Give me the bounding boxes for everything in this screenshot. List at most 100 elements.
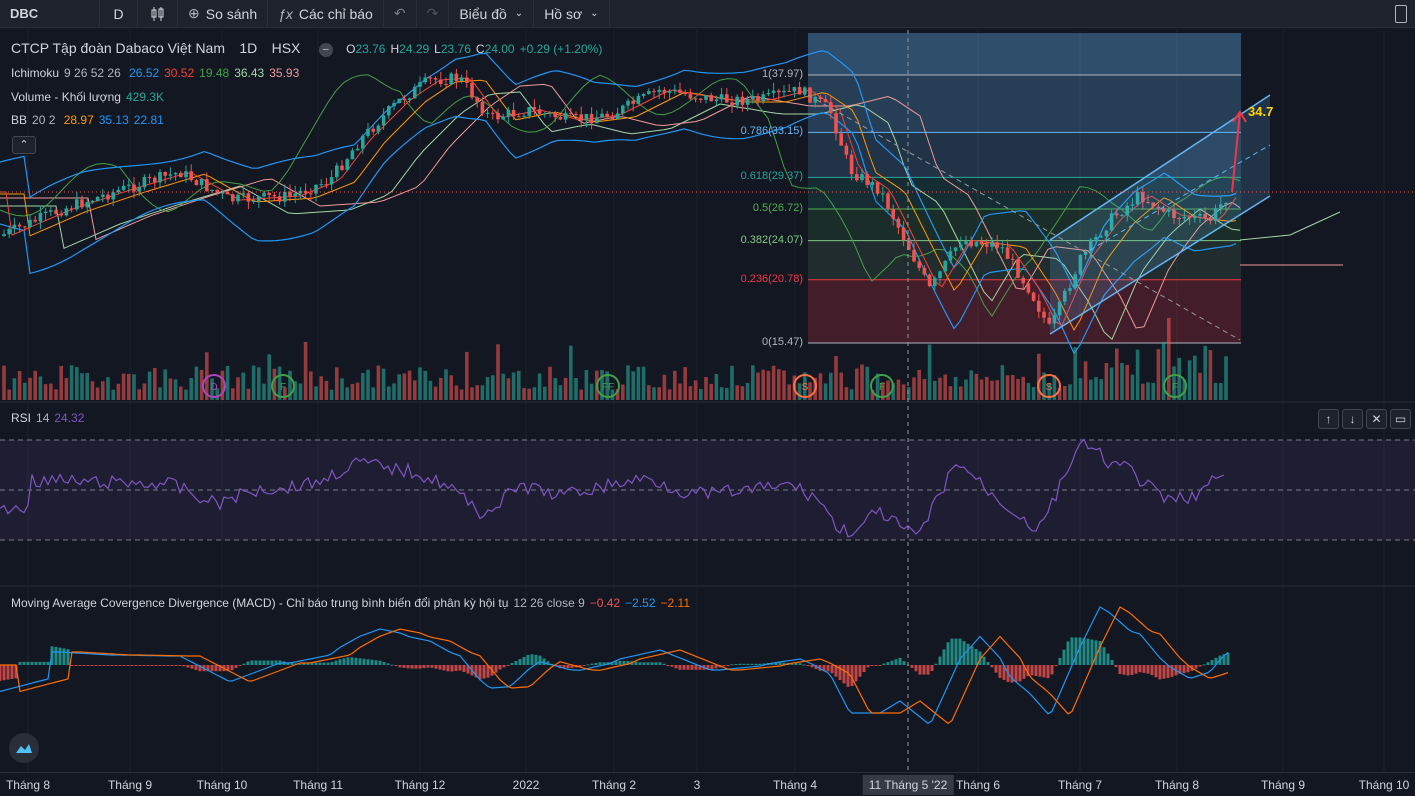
- macd-histogram-bar: [70, 665, 74, 666]
- candles-icon[interactable]: [138, 0, 178, 28]
- fib-level-label: 0.236(20.78): [740, 272, 803, 285]
- macd-histogram-bar: [954, 638, 958, 665]
- candle: [444, 83, 448, 85]
- volume-bar: [38, 376, 43, 400]
- undo-button[interactable]: ↶: [384, 0, 417, 28]
- macd-histogram-bar: [886, 662, 890, 665]
- macd-histogram-bar: [1042, 665, 1046, 678]
- candle: [709, 95, 713, 102]
- macd-histogram-bar: [830, 665, 834, 674]
- volume-bar: [662, 374, 667, 400]
- volume-legend[interactable]: Volume - Khối lượng 429.3K: [11, 90, 169, 104]
- volume-bar: [1177, 357, 1181, 400]
- candle: [803, 87, 807, 95]
- candle: [194, 180, 199, 186]
- candle: [38, 213, 43, 222]
- chart-canvas[interactable]: D F FF S F S F: [0, 28, 1415, 772]
- bb-legend[interactable]: BB 20 2 28.97 35.13 22.81: [11, 113, 169, 127]
- macd-histogram-bar: [390, 664, 394, 666]
- macd-histogram-bar: [1130, 665, 1134, 676]
- macd-histogram-bar: [350, 657, 354, 665]
- candle: [17, 224, 22, 227]
- macd-histogram-bar: [802, 664, 806, 666]
- time-label: 3: [693, 778, 701, 792]
- move-down-icon[interactable]: ↓: [1342, 409, 1363, 429]
- candle: [309, 193, 313, 195]
- maximize-icon[interactable]: ▭: [1390, 409, 1411, 429]
- rsi-legend[interactable]: RSI 14 24.32: [11, 411, 89, 425]
- candle: [350, 150, 355, 160]
- fullscreen-icon[interactable]: [1395, 5, 1407, 23]
- volume-bar: [1208, 350, 1213, 400]
- compare-button[interactable]: ⊕ So sánh: [178, 0, 269, 28]
- volume-bar: [953, 376, 958, 400]
- macd-histogram-bar: [878, 665, 882, 666]
- candle: [683, 92, 687, 95]
- macd-histogram-bar: [122, 665, 126, 666]
- macd-histogram-bar: [362, 658, 366, 665]
- candle: [777, 90, 781, 93]
- rsi-band: [0, 440, 1415, 540]
- macd-histogram-bar: [246, 661, 250, 665]
- tradingview-logo-icon[interactable]: [9, 733, 39, 763]
- time-label: Tháng 11: [293, 778, 343, 792]
- collapse-legend-button[interactable]: ⌃: [12, 136, 36, 154]
- candle: [54, 210, 58, 214]
- legend-exchange: HSX: [271, 40, 301, 56]
- volume-bar: [387, 386, 391, 400]
- volume-bar: [1156, 349, 1161, 400]
- volume-bar: [1130, 374, 1135, 400]
- candle: [158, 172, 162, 183]
- candle: [433, 78, 438, 80]
- candle: [470, 82, 474, 98]
- volume-bar: [95, 387, 100, 400]
- fib-level-label: 0.786(33.15): [740, 125, 803, 138]
- candle: [652, 90, 656, 92]
- symbol-search-button[interactable]: DBC: [0, 0, 100, 28]
- macd-histogram-bar: [398, 665, 402, 668]
- symbol-label: DBC: [10, 6, 39, 21]
- macd-histogram-bar: [0, 665, 2, 681]
- move-up-icon[interactable]: ↑: [1318, 409, 1339, 429]
- profile-button[interactable]: Hồ sơ ⌄: [534, 0, 610, 28]
- candle: [693, 98, 698, 100]
- macd-histogram-bar: [594, 662, 598, 665]
- macd-histogram-bar: [186, 665, 190, 668]
- macd-histogram-bar: [938, 656, 942, 665]
- volume-bar: [1146, 382, 1150, 400]
- candle: [257, 196, 261, 202]
- macd-histogram-bar: [1154, 665, 1158, 678]
- volume-bar: [2, 365, 6, 400]
- interval-button[interactable]: D: [100, 0, 138, 28]
- chart-type-button[interactable]: Biểu đồ ⌄: [449, 0, 535, 28]
- candle: [1011, 258, 1015, 260]
- candle: [376, 125, 381, 132]
- candle: [215, 189, 219, 193]
- macd-histogram-bar: [1034, 665, 1038, 676]
- candle: [719, 94, 724, 100]
- candle: [262, 192, 266, 197]
- volume-bar: [1083, 361, 1088, 400]
- volume-bar: [496, 344, 500, 400]
- ichimoku-legend[interactable]: Ichimoku 9 26 52 26 26.52 30.52 19.48 36.43 3…: [11, 66, 304, 80]
- macd-histogram-bar: [510, 663, 514, 665]
- macd-histogram-bar: [726, 665, 730, 666]
- indicators-button[interactable]: ƒx Các chỉ báo: [268, 0, 384, 28]
- legend-dot-icon[interactable]: –: [318, 42, 333, 57]
- redo-button[interactable]: ↷: [417, 0, 450, 28]
- volume-bar: [33, 370, 37, 400]
- candle: [324, 184, 329, 186]
- fib-level-label: 0.382(24.07): [740, 233, 803, 246]
- volume-bar: [147, 371, 152, 400]
- macd-legend[interactable]: Moving Average Covergence Divergence (MA…: [11, 596, 695, 610]
- macd-histogram-bar: [1058, 657, 1062, 665]
- candle: [595, 117, 599, 124]
- time-axis[interactable]: Tháng 8 Tháng 9 Tháng 10 Tháng 11 Tháng 12 20…: [0, 772, 1415, 796]
- candle: [506, 110, 511, 117]
- candle: [527, 107, 531, 116]
- volume-bar: [111, 389, 115, 400]
- close-icon[interactable]: ✕: [1366, 409, 1387, 429]
- macd-histogram-bar: [922, 665, 926, 675]
- candle: [600, 113, 604, 118]
- volume-bar: [59, 365, 63, 400]
